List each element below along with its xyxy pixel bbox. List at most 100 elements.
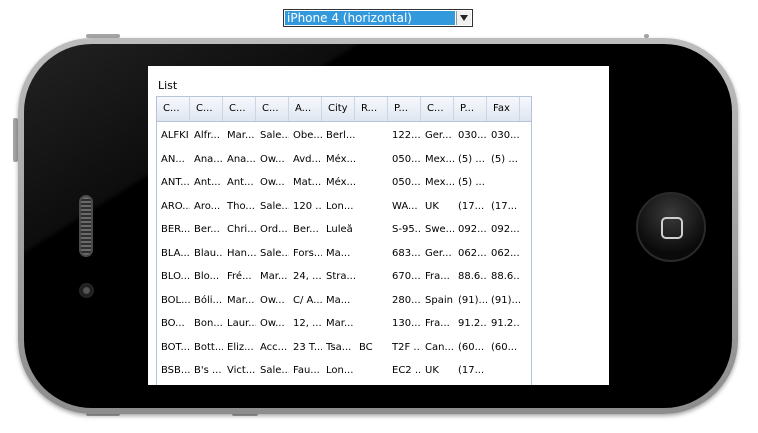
table-cell: (60...	[458, 341, 485, 353]
table-cell: 12, ...	[293, 318, 322, 330]
column-header[interactable]: A...	[289, 97, 322, 121]
speaker-grille	[79, 195, 93, 257]
column-header[interactable]: R...	[355, 97, 388, 121]
column-header[interactable]: C...	[190, 97, 223, 121]
table-row[interactable]: BLA... Blau... Han... Sale... Fors... Ma... 68…	[157, 242, 531, 266]
table-cell: 030...	[458, 130, 487, 142]
table-cell: Tho...	[227, 200, 255, 212]
table-row[interactable]: BSB... B's ... Vict... Sale... Fau... Lon... E…	[157, 359, 531, 383]
table-cell: ANT...	[161, 177, 190, 189]
table-row[interactable]: ALFKI Alfr... Mar... Sale... Obe... Berl... 12…	[157, 124, 531, 148]
table-cell: Sale...	[260, 130, 289, 142]
table-row[interactable]: BO... Bon... Laur... Ow... 12, ... Mar... 130.…	[157, 312, 531, 336]
table-row[interactable]: ANT... Ant... Ant... Ow... Mat... Méx... 050..…	[157, 171, 531, 195]
table-cell: Ow...	[260, 177, 285, 189]
table-cell: Han...	[227, 247, 256, 259]
home-square-icon	[661, 217, 683, 239]
table-cell: Can...	[425, 341, 454, 353]
table-cell: Mar...	[326, 318, 354, 330]
table-cell: (17...	[458, 200, 485, 212]
table-cell: Chri...	[227, 224, 256, 236]
column-header[interactable]: Fax	[487, 97, 520, 121]
table-cell: Eliz...	[227, 341, 254, 353]
table-cell: Berl...	[326, 130, 355, 142]
table-cell: B's ...	[194, 365, 222, 377]
table-cell: ALFKI	[161, 130, 189, 142]
table-row[interactable]: BOL... Bóli... Mar... Ow... C/ A... Ma... 280.…	[157, 289, 531, 313]
table-cell: (5) ...	[491, 153, 518, 165]
table-cell: Sale...	[260, 365, 289, 377]
column-header[interactable]: C...	[157, 97, 190, 121]
table-cell: Obe...	[293, 130, 322, 142]
table-cell: Mar...	[227, 294, 255, 306]
table-cell: UK	[425, 365, 439, 377]
table-cell: Swe...	[425, 224, 454, 236]
table-cell: 683...	[392, 247, 421, 259]
table-row[interactable]: ARO... Aro... Tho... Sale... 120 ... Lon... WA…	[157, 195, 531, 219]
table-cell: Sale...	[260, 200, 289, 212]
device-select[interactable]: iPhone 4 (horizontal)	[283, 9, 473, 27]
camera-icon	[79, 283, 94, 298]
table-cell: 280...	[392, 294, 421, 306]
table-cell: WA...	[392, 200, 418, 212]
table-row[interactable]: CAC...Cact...Patr...Sale...Cerr...Bue...…	[157, 383, 531, 386]
table-cell: Ber...	[293, 224, 319, 236]
data-grid[interactable]: C... C... C... C... A... City R... P... C... P...…	[156, 96, 532, 385]
table-cell: Ow...	[260, 294, 285, 306]
column-header[interactable]: C...	[256, 97, 289, 121]
table-cell: BLA...	[161, 247, 190, 259]
table-cell: BSB...	[161, 365, 190, 377]
chevron-down-icon[interactable]	[456, 11, 471, 25]
table-cell: 670...	[392, 271, 421, 283]
table-cell: 88.6...	[458, 271, 487, 283]
table-cell: S-95...	[392, 224, 421, 236]
table-cell: Ant...	[227, 177, 254, 189]
table-cell: 130...	[392, 318, 421, 330]
table-cell: (17...	[458, 365, 485, 377]
table-cell: C/ A...	[293, 294, 322, 306]
column-header[interactable]: City	[322, 97, 355, 121]
column-header[interactable]: P...	[454, 97, 487, 121]
table-cell: Lon...	[326, 365, 354, 377]
table-row[interactable]: AN... Ana... Ana... Ow... Avd... Méx... 050...…	[157, 148, 531, 172]
table-cell: Acc...	[260, 341, 288, 353]
table-row[interactable]: BLO... Blo... Fré... Mar... 24, ... Stra... 67…	[157, 265, 531, 289]
table-cell: Bóli...	[194, 294, 223, 306]
column-header[interactable]: P...	[388, 97, 421, 121]
table-row[interactable]: BOT... Bott... Eliz... Acc... 23 T... Tsa... B…	[157, 336, 531, 360]
table-cell: (91)...	[491, 294, 520, 306]
table-cell: Ger...	[425, 247, 452, 259]
table-cell: Ow...	[260, 318, 285, 330]
table-cell: Fra...	[425, 271, 450, 283]
table-cell: AN...	[161, 153, 185, 165]
table-cell: 092...	[458, 224, 487, 236]
column-header[interactable]: C...	[223, 97, 256, 121]
table-cell: Ger...	[425, 130, 452, 142]
table-cell: 030...	[491, 130, 520, 142]
table-cell: BER...	[161, 224, 190, 236]
table-cell: ARO...	[161, 200, 190, 212]
table-cell: (5) ...	[458, 177, 485, 189]
table-cell: 050...	[392, 153, 421, 165]
column-header[interactable]: C...	[421, 97, 454, 121]
table-cell: Blau...	[194, 247, 223, 259]
home-button[interactable]	[636, 192, 706, 262]
table-cell: Ber...	[194, 224, 220, 236]
table-cell: BOT...	[161, 341, 190, 353]
table-cell: Mar...	[260, 271, 288, 283]
table-cell: Ana...	[227, 153, 256, 165]
phone-screen: List C... C... C... C... A... City R... P... C..…	[148, 66, 609, 385]
table-cell: Ow...	[260, 153, 285, 165]
table-cell: (60...	[491, 341, 518, 353]
table-cell: UK	[425, 200, 439, 212]
grid-body: ALFKI Alfr... Mar... Sale... Obe... Berl... 12…	[157, 122, 531, 385]
table-cell: Mar...	[227, 130, 255, 142]
table-cell: T2F ...	[392, 341, 421, 353]
table-cell: Avd...	[293, 153, 322, 165]
table-cell: Mex...	[425, 177, 454, 189]
table-cell: Mex...	[425, 153, 454, 165]
table-cell: Fra...	[425, 318, 450, 330]
table-cell: Aro...	[194, 200, 221, 212]
table-cell: Vict...	[227, 365, 256, 377]
table-row[interactable]: BER... Ber... Chri... Ord... Ber... Luleå S-95…	[157, 218, 531, 242]
